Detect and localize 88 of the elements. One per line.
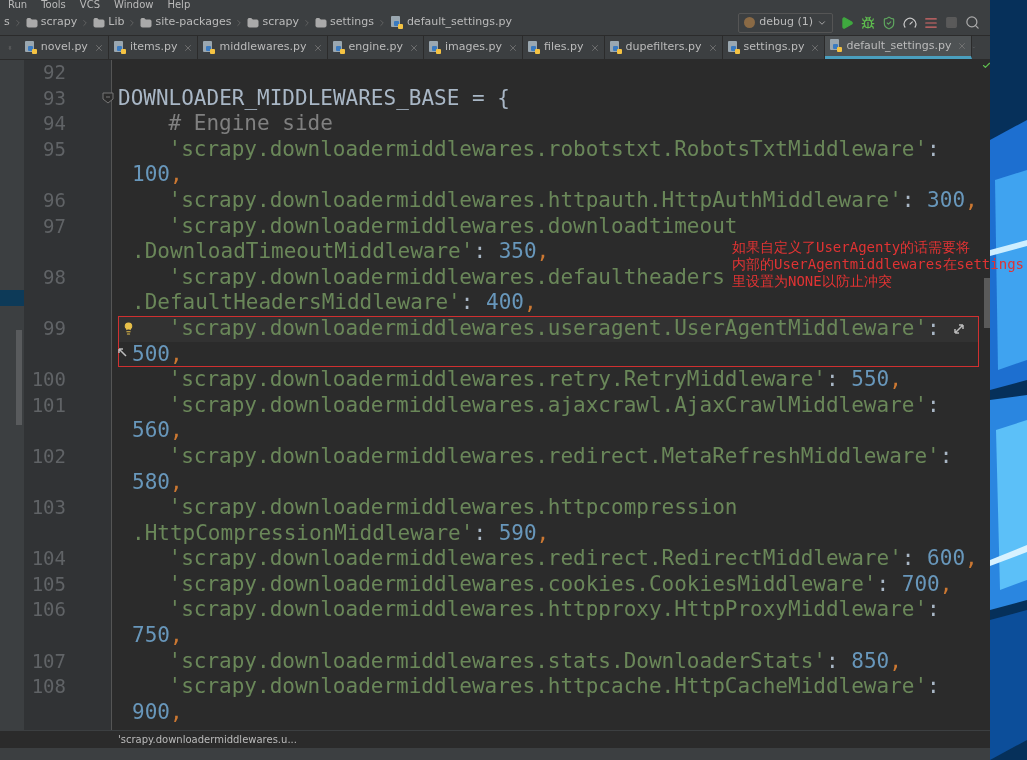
code-line: .DefaultHeadersMiddleware': 400, [132,290,537,315]
python-file-icon [23,40,38,55]
code-line: 'scrapy.downloadermiddlewares.cookies.CookiesMiddleware': 700, [168,571,953,596]
code-line: 560, [132,418,183,443]
python-file-icon [112,40,127,55]
code-line: 750, [132,623,183,648]
search-icon[interactable] [965,15,980,30]
python-file-icon [428,40,443,55]
python-config-icon [744,17,756,28]
close-icon[interactable] [957,41,968,51]
run-icon[interactable] [840,15,854,30]
python-file-icon [331,40,346,55]
menu-item[interactable]: VCS [79,0,100,10]
python-file-icon [829,39,844,53]
run-configuration-dropdown[interactable]: debug (1) [738,12,833,33]
editor-tab[interactable]: dupefilters.py [604,36,723,59]
menu-item[interactable]: Run [8,0,28,10]
breadcrumb-item[interactable]: scrapy [22,14,81,31]
python-file-icon [527,40,542,55]
code-line: 'scrapy.downloadermiddlewares.stats.DownloaderStats': 850, [168,648,902,673]
menu-item[interactable]: Tools [41,0,66,10]
code-line: 'scrapy.downloadermiddlewares.redirect.MetaRefreshMiddleware': [168,443,953,468]
code-line: 580, [132,469,183,494]
close-icon[interactable] [508,42,519,53]
python-file-icon [608,40,623,55]
close-icon[interactable] [707,42,718,53]
code-line: 500, [132,341,183,366]
breadcrumb-item[interactable]: default_settings.py [386,14,515,31]
menu-item[interactable]: Window [114,0,154,10]
menu-item[interactable]: Help [167,0,191,10]
code-line: 'scrapy.downloadermiddlewares.defaultheaders [168,264,725,289]
folder-icon [93,16,106,29]
editor-tab[interactable]: files.py [523,36,605,59]
lightbulb-icon[interactable] [122,321,135,335]
check-icon [982,61,990,70]
editor-tab[interactable]: items.py [108,36,199,59]
close-icon[interactable] [810,42,821,53]
code-line: 'scrapy.downloadermiddlewares.httpauth.HttpAuthMiddleware': 300, [168,187,978,212]
folder-icon [140,16,153,29]
bug-icon[interactable] [861,15,875,30]
folder-icon [315,16,327,29]
breadcrumb-item[interactable]: settings [312,14,377,31]
code-line: # Engine side [168,111,333,136]
close-icon[interactable] [589,42,600,53]
scrollbar-thumb[interactable] [983,278,990,328]
close-icon[interactable] [93,42,104,53]
code-line: 'scrapy.downloadermiddlewares.httpproxy.HttpProxyMiddleware': [168,597,940,622]
editor-tab[interactable]: images.py [424,36,524,59]
code-line: 'scrapy.downloadermiddlewares.ajaxcrawl.AjaxCrawlMiddleware': [168,392,940,417]
code-line: 'scrapy.downloadermiddlewares.useragent.UserAgentMiddleware': [168,315,940,340]
close-icon[interactable] [409,42,420,53]
tooltip-text: 'scrapy.downloadermiddlewares.u... [118,733,297,747]
breadcrumb-item[interactable]: scrapy [244,14,302,31]
code-line: .HttpCompressionMiddleware': 590, [132,520,550,545]
breadcrumb-item[interactable]: s [1,14,13,31]
editor-tab[interactable]: middlewares.py [198,36,328,59]
fold-icon[interactable] [102,92,114,104]
close-icon[interactable] [312,42,323,53]
close-icon[interactable] [183,42,194,53]
list-icon[interactable] [924,15,938,30]
python-file-icon [726,40,741,55]
expand-icon[interactable] [953,322,965,335]
chevron-icon [302,17,312,28]
code-line: .DownloadTimeoutMiddleware': 350, [132,239,550,264]
folder-icon [247,16,260,29]
code-line: DOWNLOADER_MIDDLEWARES_BASE = { [118,85,510,110]
code-line: 'scrapy.downloadermiddlewares.httpcache.HttpCacheMiddleware': [168,674,940,699]
code-line: 900, [132,699,183,724]
code-line: 100, [132,162,183,187]
breadcrumb-item[interactable]: site-packages [137,14,235,31]
scrollbar-thumb[interactable] [16,330,22,425]
wrap-arrow-icon [118,347,128,358]
folder-icon [25,16,38,29]
python-file-icon [389,15,404,30]
code-line: 'scrapy.downloadermiddlewares.robotstxt.RobotsTxtMiddleware': [168,136,940,161]
code-line: 'scrapy.downloadermiddlewares.httpcompression [168,495,738,520]
python-file-icon [202,40,217,55]
editor-tab[interactable]: engine.py [327,36,425,59]
editor-tab[interactable]: novel.py [19,36,109,59]
stop-icon[interactable] [945,16,958,29]
selection-bar [0,290,24,306]
code-line: 'scrapy.downloadermiddlewares.retry.RetryMiddleware': 550, [168,367,902,392]
coverage-icon[interactable] [882,15,896,30]
code-line: 'scrapy.downloadermiddlewares.downloadtimeout [168,213,738,238]
editor-tab[interactable]: default_settings.py [825,36,973,59]
code-line: 'scrapy.downloadermiddlewares.redirect.RedirectMiddleware': 600, [168,546,978,571]
breadcrumb-item[interactable]: Lib [90,14,128,31]
gauge-icon[interactable] [903,15,917,30]
